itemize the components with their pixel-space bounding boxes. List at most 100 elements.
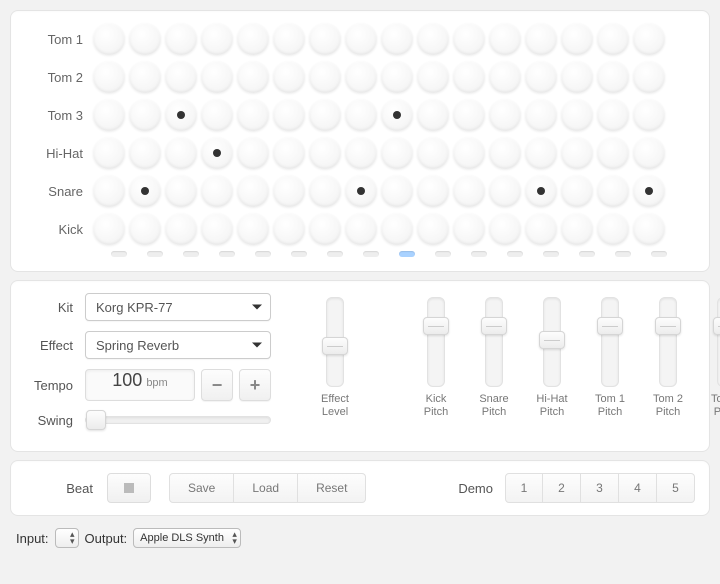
step-button[interactable]	[561, 23, 593, 55]
step-button[interactable]	[201, 61, 233, 93]
step-button[interactable]	[165, 175, 197, 207]
step-button[interactable]	[381, 175, 413, 207]
step-button[interactable]	[453, 175, 485, 207]
step-button[interactable]	[309, 137, 341, 169]
pitch-slider[interactable]: Tom 1Pitch	[588, 297, 632, 419]
step-button[interactable]	[129, 137, 161, 169]
step-button[interactable]	[201, 99, 233, 131]
step-button[interactable]	[273, 137, 305, 169]
step-button[interactable]	[453, 137, 485, 169]
step-button[interactable]	[273, 61, 305, 93]
step-button[interactable]	[129, 61, 161, 93]
step-button[interactable]	[597, 213, 629, 245]
step-button[interactable]	[597, 99, 629, 131]
step-button[interactable]	[597, 23, 629, 55]
step-button[interactable]	[165, 23, 197, 55]
step-button[interactable]	[237, 23, 269, 55]
load-button[interactable]: Load	[234, 473, 298, 503]
reset-button[interactable]: Reset	[298, 473, 366, 503]
step-button[interactable]	[489, 175, 521, 207]
step-button[interactable]	[417, 137, 449, 169]
step-button[interactable]	[597, 61, 629, 93]
step-button[interactable]	[417, 61, 449, 93]
step-button[interactable]	[273, 213, 305, 245]
step-button[interactable]	[93, 23, 125, 55]
pitch-slider[interactable]: KickPitch	[414, 297, 458, 419]
step-button[interactable]	[309, 61, 341, 93]
step-button[interactable]	[561, 99, 593, 131]
step-button[interactable]	[561, 137, 593, 169]
step-button[interactable]	[309, 213, 341, 245]
step-button[interactable]	[345, 175, 377, 207]
step-button[interactable]	[93, 213, 125, 245]
step-button[interactable]	[165, 61, 197, 93]
step-button[interactable]	[525, 23, 557, 55]
step-button[interactable]	[201, 23, 233, 55]
step-button[interactable]	[489, 213, 521, 245]
step-button[interactable]	[201, 175, 233, 207]
step-button[interactable]	[489, 61, 521, 93]
step-button[interactable]	[525, 213, 557, 245]
step-button[interactable]	[417, 23, 449, 55]
play-stop-button[interactable]	[107, 473, 151, 503]
pitch-slider[interactable]: Tom 2Pitch	[646, 297, 690, 419]
pitch-slider[interactable]: Tom 3Pitch	[704, 297, 720, 419]
step-button[interactable]	[633, 137, 665, 169]
step-button[interactable]	[273, 23, 305, 55]
step-button[interactable]	[381, 23, 413, 55]
step-button[interactable]	[381, 213, 413, 245]
step-button[interactable]	[417, 99, 449, 131]
step-button[interactable]	[309, 23, 341, 55]
step-button[interactable]	[201, 137, 233, 169]
step-button[interactable]	[453, 213, 485, 245]
step-button[interactable]	[417, 175, 449, 207]
step-button[interactable]	[237, 175, 269, 207]
pitch-slider[interactable]: SnarePitch	[472, 297, 516, 419]
save-button[interactable]: Save	[169, 473, 234, 503]
step-button[interactable]	[417, 213, 449, 245]
step-button[interactable]	[633, 213, 665, 245]
step-button[interactable]	[345, 61, 377, 93]
step-button[interactable]	[633, 99, 665, 131]
step-button[interactable]	[597, 137, 629, 169]
step-button[interactable]	[453, 61, 485, 93]
pitch-slider[interactable]: Hi-HatPitch	[530, 297, 574, 419]
output-select[interactable]: Apple DLS Synth ▴▾	[133, 528, 241, 548]
step-button[interactable]	[93, 99, 125, 131]
effect-select[interactable]: Spring Reverb	[85, 331, 271, 359]
step-button[interactable]	[561, 61, 593, 93]
step-button[interactable]	[561, 175, 593, 207]
step-button[interactable]	[525, 175, 557, 207]
step-button[interactable]	[489, 23, 521, 55]
step-button[interactable]	[633, 175, 665, 207]
step-button[interactable]	[633, 23, 665, 55]
step-button[interactable]	[165, 137, 197, 169]
step-button[interactable]	[165, 99, 197, 131]
step-button[interactable]	[237, 61, 269, 93]
step-button[interactable]	[129, 99, 161, 131]
step-button[interactable]	[381, 99, 413, 131]
step-button[interactable]	[525, 99, 557, 131]
step-button[interactable]	[165, 213, 197, 245]
demo-button[interactable]: 5	[657, 473, 695, 503]
step-button[interactable]	[345, 23, 377, 55]
step-button[interactable]	[93, 175, 125, 207]
pitch-slider[interactable]: EffectLevel	[313, 297, 357, 419]
step-button[interactable]	[309, 99, 341, 131]
step-button[interactable]	[525, 61, 557, 93]
demo-button[interactable]: 4	[619, 473, 657, 503]
tempo-decrease-button[interactable]: −	[201, 369, 233, 401]
kit-select[interactable]: Korg KPR-77	[85, 293, 271, 321]
step-button[interactable]	[345, 99, 377, 131]
demo-button[interactable]: 3	[581, 473, 619, 503]
step-button[interactable]	[453, 99, 485, 131]
step-button[interactable]	[381, 137, 413, 169]
input-select[interactable]: ▴▾	[55, 528, 79, 548]
demo-button[interactable]: 2	[543, 473, 581, 503]
step-button[interactable]	[129, 213, 161, 245]
step-button[interactable]	[201, 213, 233, 245]
step-button[interactable]	[345, 213, 377, 245]
step-button[interactable]	[453, 23, 485, 55]
step-button[interactable]	[237, 213, 269, 245]
step-button[interactable]	[633, 61, 665, 93]
